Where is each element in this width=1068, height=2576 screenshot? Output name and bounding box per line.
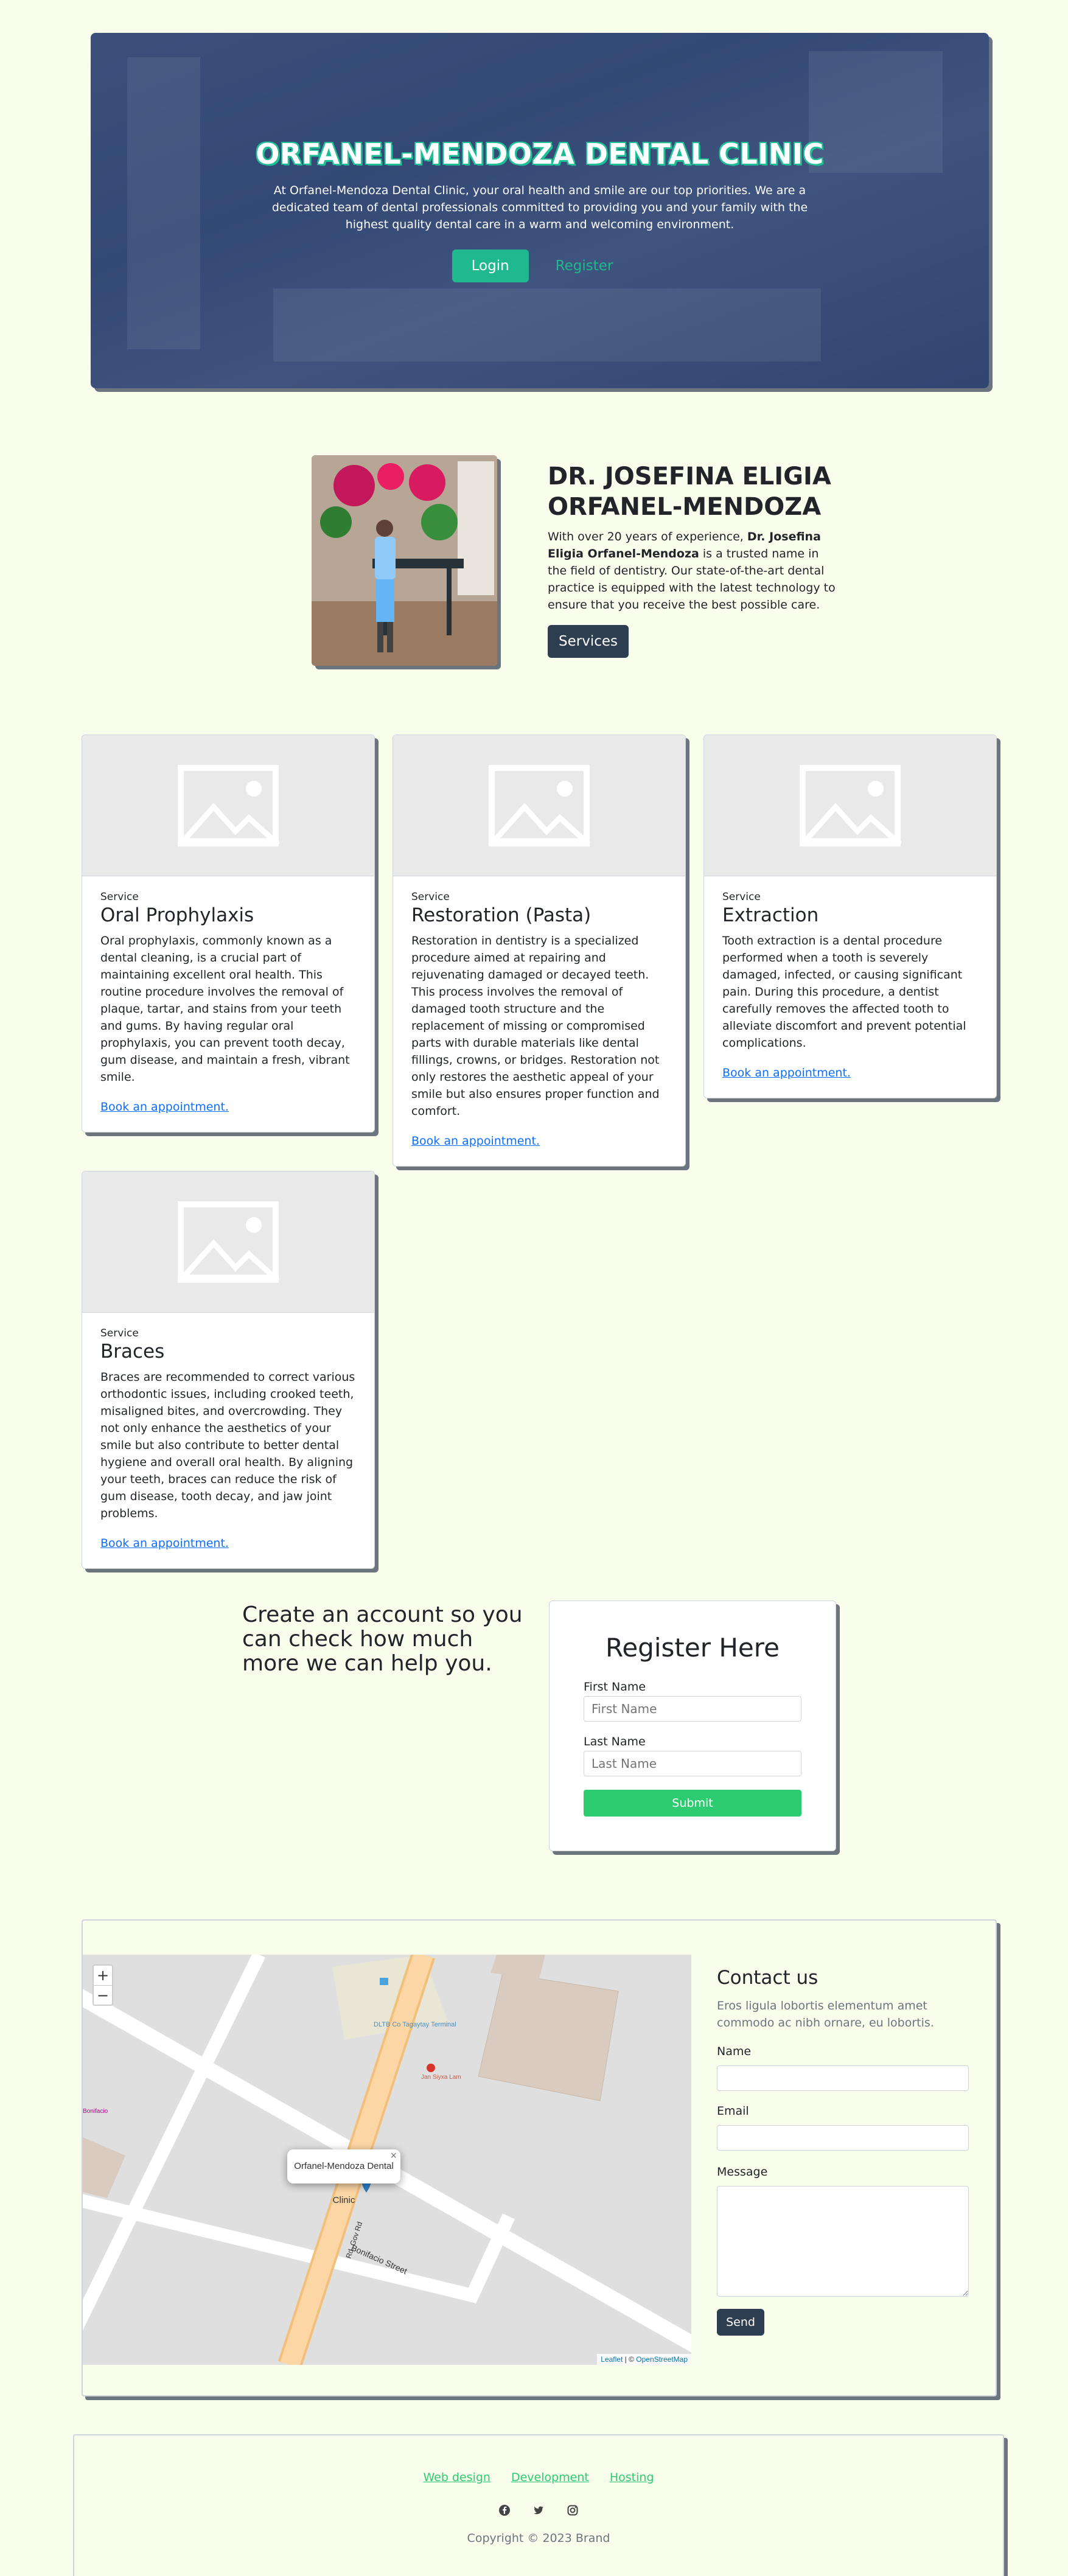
footer: Web design Development Hosting Copyright… [73,2434,1004,2576]
service-kicker: Service [100,1327,139,1339]
map-popup: Orfanel-Mendoza Dental Clinic × [287,2149,400,2205]
copyright: Copyright © 2023 Brand [467,2532,610,2545]
service-title: Braces [100,1341,165,1363]
instagram-icon[interactable] [566,2504,579,2517]
register-promo-text: Create an account so you can check how m… [242,1602,523,1676]
image-placeholder-icon [704,735,996,876]
footer-link-hosting[interactable]: Hosting [610,2471,654,2484]
service-card: Service Oral Prophylaxis Oral prophylaxi… [82,735,375,1133]
poi-icon [427,2064,435,2072]
hero-title: ORFANEL-MENDOZA DENTAL CLINIC [256,138,824,170]
openstreetmap-link[interactable]: OpenStreetMap [636,2355,688,2364]
send-button[interactable]: Send [717,2309,764,2336]
first-name-label: First Name [584,1680,646,1694]
image-placeholder-icon [82,735,374,876]
map-attribution: Leaflet | © OpenStreetMap [597,2354,691,2365]
hero-bg-furniture [273,288,821,361]
map-zoom-control: + − [92,1964,113,2006]
contact-title: Contact us [717,1967,818,1989]
register-form: Register Here First Name Last Name Submi… [549,1600,836,1851]
book-appointment-link[interactable]: Book an appointment. [100,1537,229,1550]
first-name-input[interactable] [584,1696,801,1722]
footer-social [74,2504,1003,2517]
facebook-icon[interactable] [498,2504,511,2517]
image-placeholder-icon [393,735,685,876]
message-textarea[interactable] [717,2186,969,2297]
service-description: Oral prophylaxis, commonly known as a de… [100,934,350,1084]
register-button[interactable]: Register [541,250,628,282]
service-kicker: Service [411,891,450,903]
last-name-label: Last Name [584,1735,646,1748]
zoom-in-button[interactable]: + [94,1966,112,1985]
service-card: Service Braces Braces are recommended to… [82,1171,375,1569]
hero-buttons: Login Register [91,250,989,282]
service-description: Restoration in dentistry is a specialize… [411,934,660,1118]
name-input[interactable] [717,2065,969,2091]
contact-subtitle: Eros ligula lobortis elementum amet comm… [717,1999,934,2030]
message-label: Message [717,2165,768,2179]
hero-bg-column [127,57,200,349]
email-input[interactable] [717,2125,969,2151]
footer-links: Web design Development Hosting [74,2471,1003,2484]
about-text: With over 20 years of experience, Dr. Jo… [548,528,840,613]
hero-banner: ORFANEL-MENDOZA DENTAL CLINIC At Orfanel… [91,33,989,388]
footer-link-web-design[interactable]: Web design [423,2471,490,2484]
map-poi-1: DLTB Co Tagaytay Terminal [374,2021,456,2028]
service-kicker: Service [100,891,139,903]
service-kicker: Service [722,891,761,903]
map-poi-3: Bonifacio [83,2108,108,2115]
book-appointment-link[interactable]: Book an appointment. [411,1134,540,1148]
leaflet-link[interactable]: Leaflet [601,2355,623,2364]
login-button[interactable]: Login [452,250,529,282]
bus-stop-icon [380,1978,388,1985]
email-label: Email [717,2104,749,2118]
service-description: Tooth extraction is a dental procedure p… [722,934,966,1050]
image-placeholder-icon [82,1171,374,1313]
attribution-separator: | © [623,2355,637,2364]
about-text-before: With over 20 years of experience, [548,530,747,543]
service-title: Oral Prophylaxis [100,904,254,926]
doctor-name-heading: DR. JOSEFINA ELIGIA ORFANEL-MENDOZA [548,462,831,521]
service-description: Braces are recommended to correct variou… [100,1370,355,1520]
map[interactable]: DLTB Co Tagaytay Terminal Jan Siyxa Lam … [83,1955,691,2365]
service-title: Extraction [722,904,819,926]
service-card: Service Extraction Tooth extraction is a… [703,735,997,1098]
name-label: Name [717,2045,752,2058]
book-appointment-link[interactable]: Book an appointment. [100,1100,229,1114]
map-poi-2: Jan Siyxa Lam [421,2074,461,2081]
zoom-out-button[interactable]: − [94,1985,112,2005]
doctor-photo [312,455,497,666]
book-appointment-link[interactable]: Book an appointment. [722,1066,851,1080]
last-name-input[interactable] [584,1751,801,1776]
close-icon[interactable]: × [390,2138,397,2173]
hero-text: At Orfanel-Mendoza Dental Clinic, your o… [271,184,808,231]
footer-link-development[interactable]: Development [511,2471,589,2484]
service-card: Service Restoration (Pasta) Restoration … [393,735,686,1167]
service-title: Restoration (Pasta) [411,904,592,926]
twitter-icon[interactable] [532,2504,545,2517]
submit-button[interactable]: Submit [584,1790,801,1817]
contact-section: DLTB Co Tagaytay Terminal Jan Siyxa Lam … [82,1919,997,2396]
services-button[interactable]: Services [548,625,629,658]
doctor-photo-illustration [312,455,497,666]
register-heading: Register Here [606,1633,780,1663]
